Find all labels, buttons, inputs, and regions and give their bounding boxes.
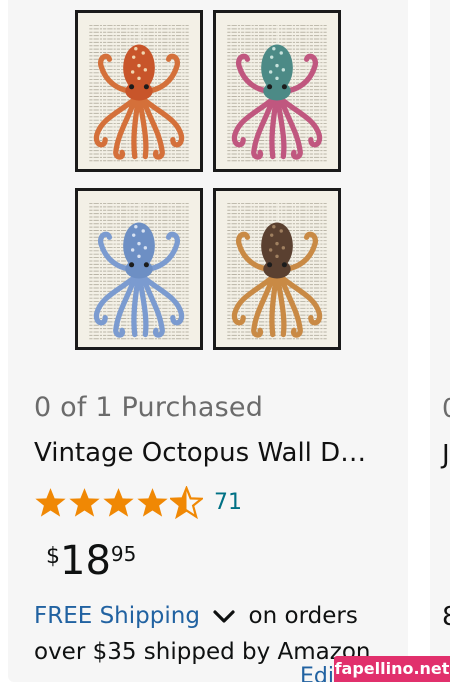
price-symbol: $ xyxy=(46,544,60,569)
purchased-status: 0 of 1 Purchased xyxy=(34,392,264,423)
price-whole: 18 xyxy=(60,538,111,584)
chevron-down-icon[interactable] xyxy=(211,609,237,625)
free-shipping-link[interactable]: FREE Shipping xyxy=(34,603,200,629)
product-image-3[interactable] xyxy=(75,188,203,350)
viewport: 0 of 1 Purchased Vintage Octopus Wall D…… xyxy=(0,0,450,682)
shipping-text-1: on orders xyxy=(248,603,358,629)
star-full-icon xyxy=(137,487,168,517)
product-image-2[interactable] xyxy=(213,10,341,172)
octopus-illustration xyxy=(227,23,327,163)
shipping-text-2: over $35 shipped by Amazon. xyxy=(34,639,378,665)
rating-row[interactable]: 71 xyxy=(34,482,242,522)
price-fraction: 95 xyxy=(110,542,137,566)
product-card[interactable]: 0 of 1 Purchased Vintage Octopus Wall D…… xyxy=(8,0,408,682)
star-full-icon xyxy=(103,487,134,517)
product-image-4[interactable] xyxy=(213,188,341,350)
star-half-icon xyxy=(170,485,203,519)
star-rating[interactable] xyxy=(34,485,204,519)
next-card-text: 8 xyxy=(442,602,450,632)
star-full-icon xyxy=(69,487,100,517)
octopus-illustration xyxy=(89,201,189,341)
star-full-icon xyxy=(35,487,66,517)
next-card-text: 0 xyxy=(442,394,450,424)
octopus-illustration xyxy=(89,23,189,163)
product-image-1[interactable] xyxy=(75,10,203,172)
watermark-logo: fapellino.net xyxy=(334,656,450,682)
price: $ 18 95 xyxy=(46,538,136,584)
review-count-link[interactable]: 71 xyxy=(214,490,242,515)
next-product-card-peek[interactable]: 0 J 8 xyxy=(430,0,450,682)
product-title[interactable]: Vintage Octopus Wall D… xyxy=(34,438,366,468)
next-card-text: J xyxy=(442,440,450,470)
octopus-illustration xyxy=(227,201,327,341)
